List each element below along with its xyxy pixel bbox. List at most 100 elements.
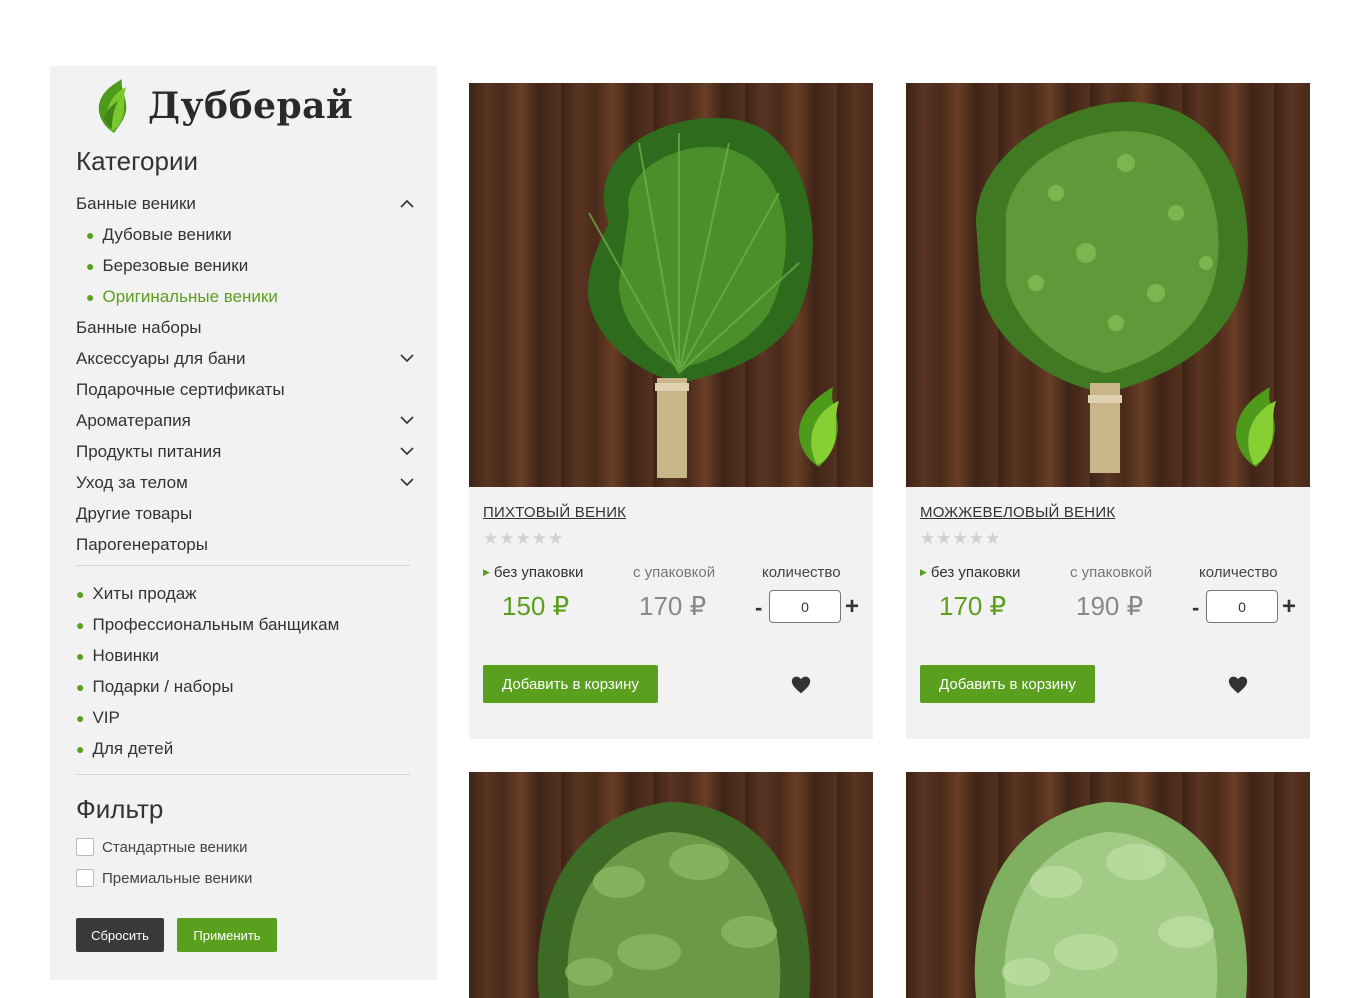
product-card <box>906 772 1310 998</box>
category-label: Банные веники <box>76 193 196 213</box>
chevron-down-icon[interactable] <box>398 412 416 430</box>
category-item[interactable]: Ароматерапия <box>76 405 416 436</box>
triangle-right-icon: ▶ <box>483 567 490 577</box>
divider <box>76 774 410 775</box>
filter-standard[interactable]: Стандартные веники <box>76 836 247 858</box>
option-label: без упаковки <box>493 564 584 581</box>
heart-icon[interactable] <box>1228 675 1248 695</box>
tag-item[interactable]: ● Подарки / наборы <box>76 671 416 702</box>
chevron-down-icon[interactable] <box>398 474 416 492</box>
leaf-icon <box>1236 387 1276 467</box>
product-image[interactable] <box>906 772 1310 998</box>
oak-broom-image <box>974 802 1248 998</box>
category-item[interactable]: Банные веники <box>76 188 416 219</box>
chevron-down-icon[interactable] <box>398 443 416 461</box>
brand-name: Дубберай <box>148 85 354 127</box>
tag-list: ● Хиты продаж ● Профессиональным банщикам … <box>76 578 416 764</box>
subcategory-item-active[interactable]: ● Оригинальные веники <box>76 281 416 312</box>
filter-premium[interactable]: Премиальные веники <box>76 867 252 889</box>
tag-item[interactable]: ● VIP <box>76 702 416 733</box>
option-pack[interactable]: с упаковкой <box>633 564 715 581</box>
checkbox[interactable] <box>76 869 94 887</box>
category-item[interactable]: Парогенераторы <box>76 529 416 560</box>
add-to-cart-button[interactable]: Добавить в корзину <box>920 665 1095 703</box>
product-image[interactable] <box>469 83 873 487</box>
categories-title: Категории <box>76 146 198 176</box>
bullet-icon: ● <box>86 288 95 305</box>
bullet-icon: ● <box>86 226 95 243</box>
quantity-increase-button[interactable]: + <box>1282 593 1296 621</box>
filter-label: Премиальные веники <box>102 869 253 887</box>
tag-label: VIP <box>92 707 120 727</box>
add-to-cart-button[interactable]: Добавить в корзину <box>483 665 658 703</box>
category-item[interactable]: Другие товары <box>76 498 416 529</box>
category-item[interactable]: Уход за телом <box>76 467 416 498</box>
category-item[interactable]: Продукты питания <box>76 436 416 467</box>
triangle-right-icon: ▶ <box>920 567 927 577</box>
bullet-icon: ● <box>76 740 85 757</box>
leaf-icon <box>799 387 839 467</box>
category-label: Продукты питания <box>76 441 222 461</box>
price-no-pack: 170 ₽ <box>939 591 1007 621</box>
product-card: ПИХТОВЫЙ ВЕНИК ★★★★★ ▶ без упаковки с упа… <box>469 83 873 739</box>
category-label: Подарочные сертификаты <box>76 379 285 399</box>
product-image[interactable] <box>469 772 873 998</box>
quantity-increase-button[interactable]: + <box>845 593 859 621</box>
tag-item[interactable]: ● Хиты продаж <box>76 578 416 609</box>
tag-label: Подарки / наборы <box>92 676 234 696</box>
bullet-icon: ● <box>76 709 85 726</box>
bullet-icon: ● <box>86 257 95 274</box>
tag-label: Профессиональным банщикам <box>92 614 340 634</box>
oak-broom-image <box>537 802 811 998</box>
subcategory-label: Березовые веники <box>102 255 249 275</box>
filter-title: Фильтр <box>76 794 164 824</box>
quantity-decrease-button[interactable]: - <box>755 595 762 621</box>
category-label: Уход за телом <box>76 472 188 492</box>
tag-item[interactable]: ● Профессиональным банщикам <box>76 609 416 640</box>
divider <box>76 565 410 566</box>
product-image[interactable] <box>906 83 1310 487</box>
option-no-pack[interactable]: ▶ без упаковки <box>920 564 1020 581</box>
product-card <box>469 772 873 998</box>
tag-label: Для детей <box>92 738 174 758</box>
subcategory-label: Оригинальные веники <box>102 286 278 306</box>
category-label: Другие товары <box>76 503 193 523</box>
tag-label: Новинки <box>92 645 160 665</box>
checkbox[interactable] <box>76 838 94 856</box>
price-pack: 190 ₽ <box>1076 591 1144 621</box>
product-title-link[interactable]: МОЖЖЕВЕЛОВЫЙ ВЕНИК <box>920 504 1115 521</box>
quantity-input[interactable] <box>769 590 841 623</box>
option-pack[interactable]: с упаковкой <box>1070 564 1152 581</box>
bullet-icon: ● <box>76 585 85 602</box>
price-pack: 170 ₽ <box>639 591 707 621</box>
rating-stars[interactable]: ★★★★★ <box>920 529 1001 549</box>
category-item[interactable]: Подарочные сертификаты <box>76 374 416 405</box>
reset-button[interactable]: Сбросить <box>76 918 164 952</box>
chevron-up-icon[interactable] <box>398 195 416 213</box>
heart-icon[interactable] <box>791 675 811 695</box>
brand-logo[interactable]: Дубберай <box>92 76 353 136</box>
subcategory-item[interactable]: ● Березовые веники <box>76 250 416 281</box>
category-label: Банные наборы <box>76 317 202 337</box>
quantity-input[interactable] <box>1206 590 1278 623</box>
bullet-icon: ● <box>76 678 85 695</box>
subcategory-label: Дубовые веники <box>102 224 232 244</box>
category-item[interactable]: Банные наборы <box>76 312 416 343</box>
leaf-icon <box>98 79 127 133</box>
product-title-link[interactable]: ПИХТОВЫЙ ВЕНИК <box>483 504 626 521</box>
tag-item[interactable]: ● Для детей <box>76 733 416 764</box>
quantity-decrease-button[interactable]: - <box>1192 595 1199 621</box>
chevron-down-icon[interactable] <box>398 350 416 368</box>
option-no-pack[interactable]: ▶ без упаковки <box>483 564 583 581</box>
tag-label: Хиты продаж <box>92 583 197 603</box>
category-label: Парогенераторы <box>76 534 208 554</box>
price-no-pack: 150 ₽ <box>502 591 570 621</box>
apply-button[interactable]: Применить <box>177 918 277 952</box>
filter-label: Стандартные веники <box>102 838 248 856</box>
category-label: Ароматерапия <box>76 410 191 430</box>
subcategory-item[interactable]: ● Дубовые веники <box>76 219 416 250</box>
tag-item[interactable]: ● Новинки <box>76 640 416 671</box>
rating-stars[interactable]: ★★★★★ <box>483 529 564 549</box>
category-item[interactable]: Аксессуары для бани <box>76 343 416 374</box>
category-label: Аксессуары для бани <box>76 348 246 368</box>
